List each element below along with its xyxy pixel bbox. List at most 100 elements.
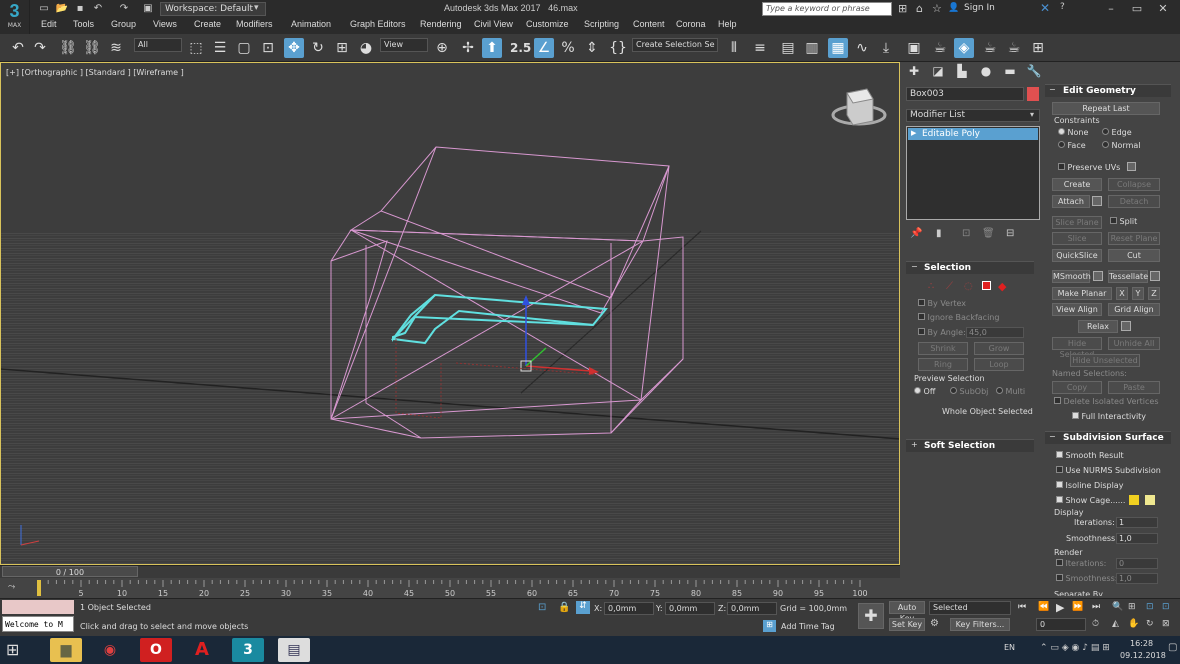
cage-color-swatch-2[interactable] [1145, 495, 1155, 505]
display-smoothness-field[interactable]: 1,0 [1116, 533, 1158, 544]
time-config-icon[interactable]: ⏱ [1092, 619, 1099, 629]
previous-frame-icon[interactable]: ⏪ [1038, 602, 1049, 612]
set-key-button[interactable]: Set Key [889, 618, 925, 631]
menu-create[interactable]: Create [194, 19, 221, 29]
isoline-display-checkbox[interactable]: Isoline Display [1056, 481, 1123, 490]
angle-snap-icon[interactable]: ∠ [534, 38, 554, 58]
material-editor-icon[interactable]: ⤓ [876, 38, 896, 58]
edge-mode-icon[interactable]: ⟋ [946, 281, 953, 292]
soft-selection-rollout-header[interactable]: Soft Selection [906, 439, 1034, 452]
save-file-icon[interactable]: ▪ [72, 2, 88, 16]
tessellate-settings-icon[interactable] [1150, 271, 1160, 281]
project-folder-icon[interactable]: ▣ [140, 2, 156, 16]
render-iterations-field[interactable]: 0 [1116, 558, 1158, 569]
curve-toggle-icon[interactable]: ⤳ [8, 582, 15, 592]
a360-render-icon[interactable]: ⊞ [1028, 38, 1048, 58]
ring-button[interactable]: Ring [918, 358, 968, 371]
cut-button[interactable]: Cut [1108, 249, 1160, 262]
ribbon-toggle-icon[interactable]: ▥ [802, 38, 822, 58]
collapse-button[interactable]: Collapse [1108, 178, 1160, 191]
relax-settings-icon[interactable] [1121, 321, 1131, 331]
app-menu-button[interactable]: 3 MAX [0, 0, 30, 34]
named-selection-dropdown[interactable]: Create Selection Se [632, 38, 718, 52]
unhide-all-button[interactable]: Unhide All [1108, 337, 1160, 350]
star-icon[interactable]: ☆ [932, 2, 942, 15]
show-end-result-icon[interactable]: ▮ [936, 228, 942, 239]
hierarchy-tab-icon[interactable]: ▙ [953, 64, 971, 80]
maxscript-listener-pink[interactable] [2, 600, 74, 614]
pivot-center-icon[interactable]: ⊕ [432, 38, 452, 58]
viewport-orthographic[interactable]: [+] [Orthographic ] [Standard ] [Wirefra… [0, 62, 900, 565]
spinner-snap-icon[interactable]: ⇕ [582, 38, 602, 58]
curve-editor-icon[interactable]: ▦ [828, 38, 848, 58]
constraint-normal-radio[interactable]: Normal [1102, 141, 1141, 150]
clock-time[interactable]: 16:28 [1130, 639, 1153, 648]
snaps-toggle-icon[interactable]: 2.5 [510, 38, 531, 58]
file-explorer-icon[interactable]: ▆ [50, 638, 82, 662]
subscription-icon[interactable]: ⌂ [916, 2, 923, 15]
angle-value-field[interactable]: 45,0 [966, 327, 1024, 338]
select-by-name-icon[interactable]: ☰ [210, 38, 230, 58]
exchange-icon[interactable]: ✕ [1040, 1, 1050, 15]
menu-content[interactable]: Content [633, 19, 665, 29]
zoom-extents-icon[interactable]: ⊡ [1146, 602, 1154, 612]
polygon-mode-icon[interactable] [982, 281, 991, 290]
edit-geometry-rollout-header[interactable]: Edit Geometry [1045, 84, 1171, 97]
key-filter-icon[interactable]: ⚙ [930, 618, 939, 629]
key-filters-button[interactable]: Key Filters... [950, 618, 1010, 631]
play-icon[interactable]: ▶ [1056, 601, 1064, 614]
menu-scripting[interactable]: Scripting [584, 19, 619, 29]
open-file-icon[interactable]: 📂 [54, 2, 70, 16]
rendered-frame-icon[interactable]: ☕ [930, 38, 950, 58]
notifications-icon[interactable]: ▢ [1168, 642, 1177, 653]
modifier-list-dropdown[interactable]: Modifier List [906, 109, 1040, 122]
slice-plane-button[interactable]: Slice Plane [1052, 216, 1102, 229]
new-file-icon[interactable]: ▭ [36, 2, 52, 16]
planar-z-button[interactable]: Z [1148, 287, 1160, 300]
trackbar[interactable]: 5 10 15 20 25 30 35 40 45 50 55 60 65 70 75 80 85 90 95 100 [0, 578, 900, 598]
copy-button[interactable]: Copy [1052, 381, 1102, 394]
smooth-result-checkbox[interactable]: Smooth Result [1056, 451, 1124, 460]
show-cage-checkbox[interactable]: Show Cage...... [1056, 496, 1125, 505]
menu-tools[interactable]: Tools [73, 19, 94, 29]
planar-x-button[interactable]: X [1116, 287, 1128, 300]
preview-off-radio[interactable]: Off [914, 387, 935, 396]
zoom-icon[interactable]: 🔍 [1112, 602, 1123, 612]
help-icon[interactable]: ? [1060, 2, 1065, 12]
menu-views[interactable]: Views [153, 19, 177, 29]
maximize-viewport-icon[interactable]: ⊠ [1162, 619, 1170, 629]
vertex-mode-icon[interactable]: ∴ [928, 281, 934, 292]
menu-graph-editors[interactable]: Graph Editors [350, 19, 406, 29]
current-frame-marker[interactable] [37, 580, 41, 596]
select-and-rotate-icon[interactable]: ↻ [308, 38, 328, 58]
menu-animation[interactable]: Animation [291, 19, 331, 29]
loop-button[interactable]: Loop [974, 358, 1024, 371]
input-language[interactable]: EN [1004, 643, 1015, 652]
hide-unselected-button[interactable]: Hide Unselected [1070, 354, 1140, 367]
isolate-selection-icon[interactable]: ⊡ [538, 602, 546, 613]
set-key-plus-icon[interactable]: ✚ [858, 603, 884, 629]
zoom-extents-all-icon[interactable]: ⊡ [1162, 602, 1170, 612]
render-iterative-icon[interactable]: ☕ [980, 38, 1000, 58]
lock-icon[interactable]: 🔒 [558, 602, 570, 613]
maxscript-mini-listener[interactable]: Welcome to M [2, 616, 74, 632]
full-interactivity-checkbox[interactable]: Full Interactivity [1072, 412, 1146, 421]
activeshade-icon[interactable]: ☕ [1004, 38, 1024, 58]
expand-arrow-icon[interactable]: ▶ [911, 129, 916, 137]
select-and-scale-icon[interactable]: ⊞ [332, 38, 352, 58]
close-button[interactable]: ✕ [1150, 0, 1176, 18]
absolute-mode-icon[interactable]: ⇵ [576, 601, 590, 614]
menu-group[interactable]: Group [111, 19, 136, 29]
sign-in-link[interactable]: Sign In [964, 3, 995, 13]
key-mode-dropdown[interactable]: Selected [929, 601, 1011, 615]
create-tab-icon[interactable]: ✚ [905, 64, 923, 80]
cage-color-swatch-1[interactable] [1129, 495, 1139, 505]
selection-rollout-header[interactable]: Selection [906, 261, 1034, 274]
menu-civil-view[interactable]: Civil View [474, 19, 513, 29]
undo-icon[interactable]: ↶ [8, 38, 28, 58]
next-frame-icon[interactable]: ⏩ [1072, 602, 1083, 612]
viewport-label[interactable]: [+] [Orthographic ] [Standard ] [Wirefra… [6, 68, 184, 77]
place-icon[interactable]: ◕ [356, 38, 376, 58]
subdivision-rollout-header[interactable]: Subdivision Surface [1045, 431, 1171, 444]
constraint-none-radio[interactable]: None [1058, 128, 1088, 137]
